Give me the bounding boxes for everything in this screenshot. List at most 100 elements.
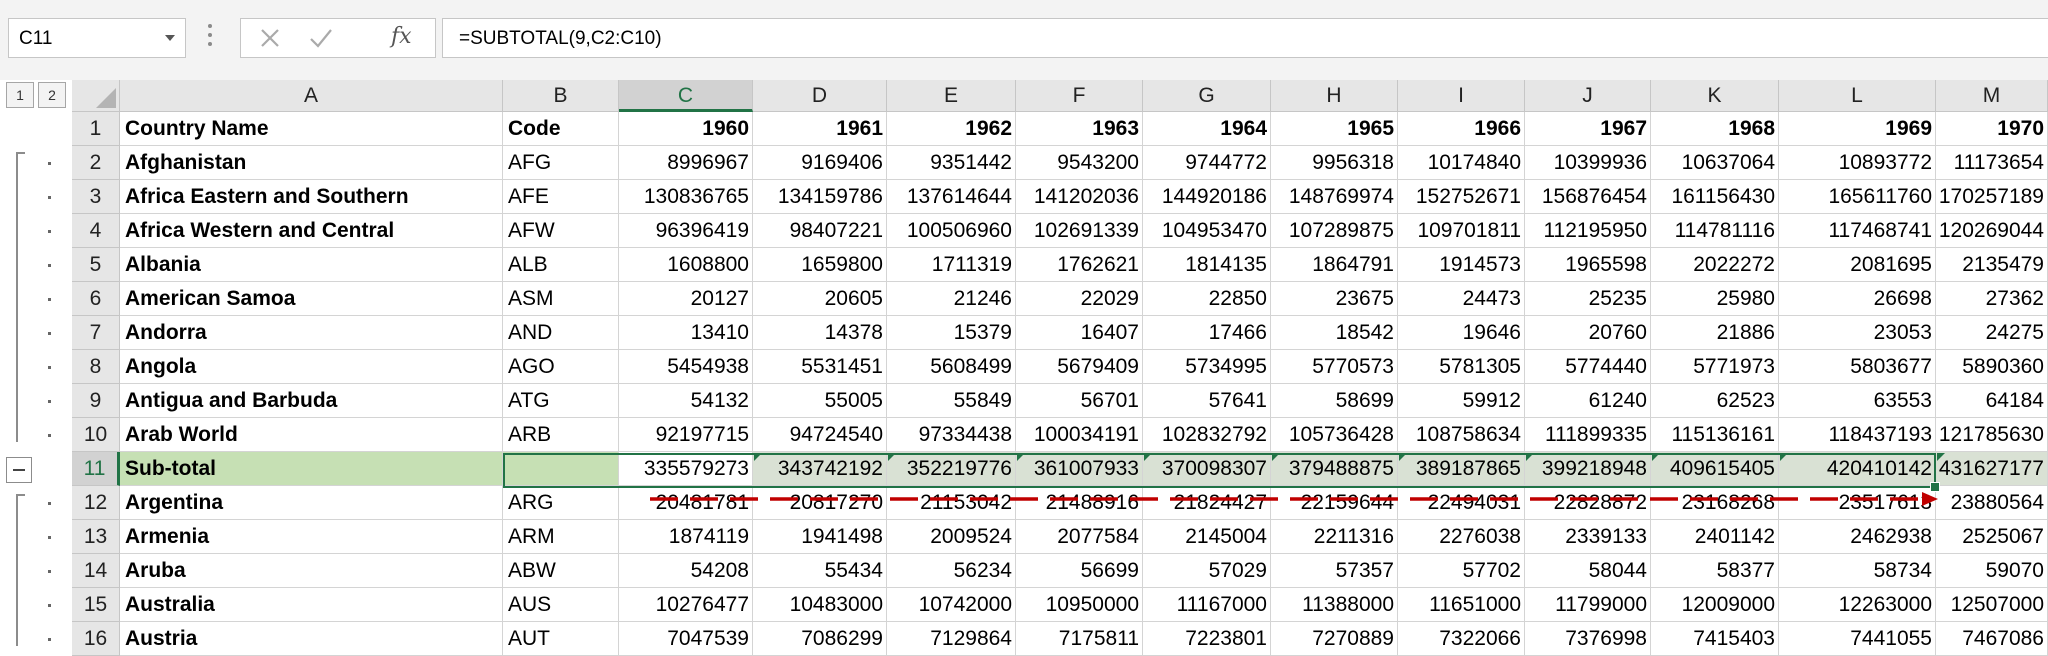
population-cell[interactable]: 92197715 — [619, 418, 753, 452]
country-code-cell[interactable]: AFE — [503, 180, 619, 214]
outline-level-2-button[interactable]: 2 — [38, 82, 66, 108]
population-cell[interactable]: 7270889 — [1271, 622, 1398, 656]
country-name-cell[interactable]: Albania — [120, 248, 503, 282]
population-cell[interactable]: 57702 — [1398, 554, 1525, 588]
population-cell[interactable]: 58377 — [1651, 554, 1779, 588]
population-cell[interactable]: 23168268 — [1651, 486, 1779, 520]
row-header-9[interactable]: 9 — [72, 384, 120, 418]
column-header-f[interactable]: F — [1016, 80, 1143, 112]
population-cell[interactable]: 105736428 — [1271, 418, 1398, 452]
population-cell[interactable]: 18542 — [1271, 316, 1398, 350]
subtotal-value-cell[interactable]: 335579273 — [619, 452, 753, 486]
population-cell[interactable]: 54132 — [619, 384, 753, 418]
population-cell[interactable]: 22828872 — [1525, 486, 1651, 520]
population-cell[interactable]: 1608800 — [619, 248, 753, 282]
country-code-cell[interactable]: ALB — [503, 248, 619, 282]
population-cell[interactable]: 130836765 — [619, 180, 753, 214]
population-cell[interactable]: 2009524 — [887, 520, 1016, 554]
country-code-cell[interactable]: ATG — [503, 384, 619, 418]
population-cell[interactable]: 61240 — [1525, 384, 1651, 418]
population-cell[interactable]: 1864791 — [1271, 248, 1398, 282]
population-cell[interactable]: 58699 — [1271, 384, 1398, 418]
country-name-cell[interactable]: Antigua and Barbuda — [120, 384, 503, 418]
population-cell[interactable]: 156876454 — [1525, 180, 1651, 214]
population-cell[interactable]: 7415403 — [1651, 622, 1779, 656]
column-header-d[interactable]: D — [753, 80, 887, 112]
population-cell[interactable]: 144920186 — [1143, 180, 1271, 214]
country-code-cell[interactable]: AGO — [503, 350, 619, 384]
country-name-cell[interactable]: Africa Western and Central — [120, 214, 503, 248]
population-cell[interactable]: 23517613 — [1779, 486, 1936, 520]
country-code-cell[interactable]: AND — [503, 316, 619, 350]
population-cell[interactable]: 17466 — [1143, 316, 1271, 350]
population-cell[interactable]: 1941498 — [753, 520, 887, 554]
population-cell[interactable]: 55849 — [887, 384, 1016, 418]
column-header-c[interactable]: C — [619, 80, 753, 112]
year-header-cell[interactable]: 1966 — [1398, 112, 1525, 146]
population-cell[interactable]: 57357 — [1271, 554, 1398, 588]
population-cell[interactable]: 59070 — [1936, 554, 2048, 588]
country-code-cell[interactable]: AUT — [503, 622, 619, 656]
population-cell[interactable]: 14378 — [753, 316, 887, 350]
row-header-10[interactable]: 10 — [72, 418, 120, 452]
population-cell[interactable]: 120269044 — [1936, 214, 2048, 248]
column-header-i[interactable]: I — [1398, 80, 1525, 112]
country-code-cell[interactable] — [503, 452, 619, 486]
population-cell[interactable]: 7467086 — [1936, 622, 2048, 656]
year-header-cell[interactable]: 1967 — [1525, 112, 1651, 146]
population-cell[interactable]: 10950000 — [1016, 588, 1143, 622]
population-cell[interactable]: 57641 — [1143, 384, 1271, 418]
population-cell[interactable]: 55005 — [753, 384, 887, 418]
population-cell[interactable]: 10637064 — [1651, 146, 1779, 180]
error-indicator-icon[interactable] — [1017, 453, 1025, 461]
population-cell[interactable]: 21824427 — [1143, 486, 1271, 520]
population-cell[interactable]: 21886 — [1651, 316, 1779, 350]
population-cell[interactable]: 23880564 — [1936, 486, 2048, 520]
subtotal-value-cell[interactable]: 420410142 — [1779, 452, 1936, 486]
population-cell[interactable]: 7322066 — [1398, 622, 1525, 656]
row-header-1[interactable]: 1 — [72, 112, 120, 146]
population-cell[interactable]: 10742000 — [887, 588, 1016, 622]
population-cell[interactable]: 2211316 — [1271, 520, 1398, 554]
population-cell[interactable]: 20817270 — [753, 486, 887, 520]
country-name-cell[interactable]: Australia — [120, 588, 503, 622]
insert-function-button[interactable]: fx — [391, 24, 412, 49]
error-indicator-icon[interactable] — [1780, 453, 1788, 461]
row-header-11[interactable]: 11 — [72, 452, 120, 486]
population-cell[interactable]: 9744772 — [1143, 146, 1271, 180]
population-cell[interactable]: 111899335 — [1525, 418, 1651, 452]
row-header-7[interactable]: 7 — [72, 316, 120, 350]
population-cell[interactable]: 134159786 — [753, 180, 887, 214]
population-cell[interactable]: 1762621 — [1016, 248, 1143, 282]
population-cell[interactable]: 2081695 — [1779, 248, 1936, 282]
population-cell[interactable]: 2401142 — [1651, 520, 1779, 554]
population-cell[interactable]: 2145004 — [1143, 520, 1271, 554]
population-cell[interactable]: 63553 — [1779, 384, 1936, 418]
population-cell[interactable]: 11173654 — [1936, 146, 2048, 180]
population-cell[interactable]: 12009000 — [1651, 588, 1779, 622]
population-cell[interactable]: 108758634 — [1398, 418, 1525, 452]
year-header-cell[interactable]: 1970 — [1936, 112, 2048, 146]
population-cell[interactable]: 5608499 — [887, 350, 1016, 384]
error-indicator-icon[interactable] — [888, 453, 896, 461]
population-cell[interactable]: 12263000 — [1779, 588, 1936, 622]
subtotal-value-cell[interactable]: 370098307 — [1143, 452, 1271, 486]
population-cell[interactable]: 23675 — [1271, 282, 1398, 316]
subtotal-value-cell[interactable]: 361007933 — [1016, 452, 1143, 486]
formula-input[interactable]: =SUBTOTAL(9,C2:C10) — [442, 18, 2048, 58]
population-cell[interactable]: 170257189 — [1936, 180, 2048, 214]
population-cell[interactable]: 1711319 — [887, 248, 1016, 282]
year-header-cell[interactable]: 1968 — [1651, 112, 1779, 146]
population-cell[interactable]: 2339133 — [1525, 520, 1651, 554]
population-cell[interactable]: 161156430 — [1651, 180, 1779, 214]
fill-handle[interactable] — [1930, 482, 1940, 492]
subtotal-value-cell[interactable]: 431627177 — [1936, 452, 2048, 486]
row-header-4[interactable]: 4 — [72, 214, 120, 248]
population-cell[interactable]: 7376998 — [1525, 622, 1651, 656]
column-header-l[interactable]: L — [1779, 80, 1936, 112]
population-cell[interactable]: 9351442 — [887, 146, 1016, 180]
population-cell[interactable]: 54208 — [619, 554, 753, 588]
population-cell[interactable]: 55434 — [753, 554, 887, 588]
population-cell[interactable]: 15379 — [887, 316, 1016, 350]
population-cell[interactable]: 114781116 — [1651, 214, 1779, 248]
